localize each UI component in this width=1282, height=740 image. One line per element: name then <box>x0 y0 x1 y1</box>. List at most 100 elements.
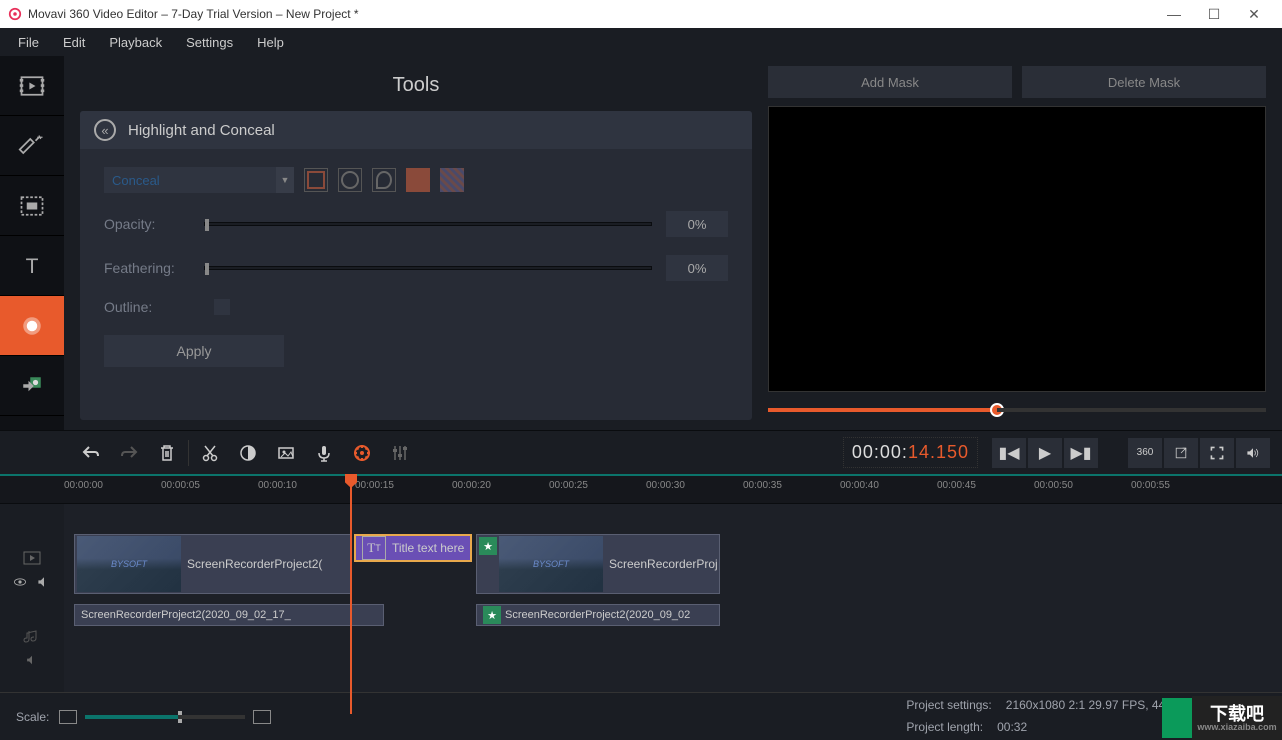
mode-value: Conceal <box>112 173 160 188</box>
menu-help[interactable]: Help <box>247 31 294 54</box>
timecode-value: 14.150 <box>908 442 969 463</box>
sidebar-transitions-button[interactable] <box>0 176 64 236</box>
preview-seek-slider[interactable] <box>768 400 1266 420</box>
timeline-ruler[interactable]: 00:00:00 00:00:05 00:00:10 00:00:15 00:00:20… <box>0 474 1282 504</box>
menu-settings[interactable]: Settings <box>176 31 243 54</box>
title-clip[interactable]: TT Title text here <box>354 534 472 562</box>
preview-video[interactable] <box>768 106 1266 392</box>
view-360-button[interactable]: 360 <box>1128 438 1162 468</box>
add-mask-button[interactable]: Add Mask <box>768 66 1012 98</box>
window-titlebar: Movavi 360 Video Editor – 7-Day Trial Ve… <box>0 0 1282 28</box>
volume-button[interactable] <box>1236 438 1270 468</box>
audio-clip-1[interactable]: ScreenRecorderProject2(2020_09_02_17_ <box>74 604 384 626</box>
left-sidebar: T <box>0 56 64 430</box>
ruler-tick: 00:00:25 <box>549 480 588 491</box>
ruler-tick: 00:00:00 <box>64 480 103 491</box>
prev-frame-button[interactable]: ▮◀ <box>992 438 1026 468</box>
cut-button[interactable] <box>195 438 225 468</box>
delete-button[interactable] <box>152 438 182 468</box>
feathering-value: 0% <box>666 255 728 281</box>
zoom-in-icon[interactable] <box>253 710 271 724</box>
star-badge-icon: ★ <box>479 537 497 555</box>
video-clip-1[interactable]: BYSOFT ScreenRecorderProject2( <box>74 534 352 594</box>
undo-button[interactable] <box>76 438 106 468</box>
fullscreen-button[interactable] <box>1200 438 1234 468</box>
shape-circle-button[interactable] <box>338 168 362 192</box>
star-badge-icon: ★ <box>483 606 501 624</box>
maximize-button[interactable]: ☐ <box>1194 0 1234 28</box>
menu-playback[interactable]: Playback <box>99 31 172 54</box>
section-title: Highlight and Conceal <box>128 122 275 139</box>
watermark-green <box>1162 698 1192 738</box>
shape-pixelate-button[interactable] <box>440 168 464 192</box>
tools-title: Tools <box>80 66 752 111</box>
app-icon <box>8 7 22 21</box>
feathering-label: Feathering: <box>104 260 204 276</box>
window-title: Movavi 360 Video Editor – 7-Day Trial Ve… <box>28 7 1154 21</box>
sidebar-titles-button[interactable]: T <box>0 236 64 296</box>
close-button[interactable]: ✕ <box>1234 0 1274 28</box>
ruler-tick: 00:00:40 <box>840 480 879 491</box>
ruler-tick: 00:00:10 <box>258 480 297 491</box>
clip-properties-button[interactable] <box>347 438 377 468</box>
audio-clip-2[interactable]: ★ ScreenRecorderProject2(2020_09_02 <box>476 604 720 626</box>
feathering-slider[interactable] <box>204 266 652 270</box>
shape-square-button[interactable] <box>304 168 328 192</box>
outline-checkbox[interactable] <box>214 299 230 315</box>
ruler-tick: 00:00:15 <box>355 480 394 491</box>
timecode-display: 00:00:14.150 <box>843 437 978 468</box>
sidebar-export-button[interactable] <box>0 356 64 416</box>
menu-file[interactable]: File <box>8 31 49 54</box>
music-track-icon <box>22 628 42 644</box>
speaker-icon[interactable] <box>36 574 52 590</box>
title-icon: TT <box>362 536 386 560</box>
shape-drop-button[interactable] <box>372 168 396 192</box>
menu-edit[interactable]: Edit <box>53 31 95 54</box>
audio-speaker-icon[interactable] <box>25 652 39 668</box>
ruler-tick: 00:00:35 <box>743 480 782 491</box>
back-button[interactable] <box>94 119 116 141</box>
title-label: Title text here <box>392 541 464 555</box>
record-audio-button[interactable] <box>309 438 339 468</box>
status-bar: Scale: Project settings: 2160x1080 2:1 2… <box>0 692 1282 740</box>
equalizer-button[interactable] <box>385 438 415 468</box>
playhead[interactable] <box>350 474 352 714</box>
scale-label: Scale: <box>16 710 49 724</box>
color-adjust-button[interactable] <box>233 438 263 468</box>
eye-icon[interactable] <box>12 574 28 590</box>
sidebar-highlight-button[interactable] <box>0 296 64 356</box>
ruler-tick: 00:00:55 <box>1131 480 1170 491</box>
length-value: 00:32 <box>997 717 1027 739</box>
menubar: File Edit Playback Settings Help <box>0 28 1282 56</box>
tools-section-header: Highlight and Conceal <box>80 111 752 149</box>
video-track-icon <box>22 550 42 566</box>
sidebar-filters-button[interactable] <box>0 116 64 176</box>
outline-label: Outline: <box>104 299 204 315</box>
length-label: Project length: <box>906 717 983 739</box>
zoom-out-icon[interactable] <box>59 710 77 724</box>
popout-button[interactable] <box>1164 438 1198 468</box>
crop-button[interactable] <box>271 438 301 468</box>
audio-label: ScreenRecorderProject2(2020_09_02_17_ <box>81 609 291 621</box>
ruler-tick: 00:00:50 <box>1034 480 1073 491</box>
opacity-label: Opacity: <box>104 216 204 232</box>
opacity-slider[interactable] <box>204 222 652 226</box>
sidebar-media-button[interactable] <box>0 56 64 116</box>
opacity-value: 0% <box>666 211 728 237</box>
audio-label: ScreenRecorderProject2(2020_09_02 <box>505 609 690 621</box>
scale-slider[interactable] <box>85 715 245 719</box>
timecode-prefix: 00:00: <box>852 442 908 463</box>
timeline-tracks[interactable]: BYSOFT ScreenRecorderProject2( TT Title … <box>64 504 1282 714</box>
ruler-tick: 00:00:20 <box>452 480 491 491</box>
minimize-button[interactable]: — <box>1154 0 1194 28</box>
next-frame-button[interactable]: ▶▮ <box>1064 438 1098 468</box>
video-clip-2[interactable]: ★ BYSOFT ScreenRecorderProj <box>476 534 720 594</box>
delete-mask-button[interactable]: Delete Mask <box>1022 66 1266 98</box>
play-button[interactable]: ▶ <box>1028 438 1062 468</box>
redo-button[interactable] <box>114 438 144 468</box>
mode-dropdown[interactable]: Conceal ▼ <box>104 167 294 193</box>
clip-label: ScreenRecorderProj <box>609 557 718 571</box>
shape-fill-button[interactable] <box>406 168 430 192</box>
ruler-tick: 00:00:05 <box>161 480 200 491</box>
apply-button[interactable]: Apply <box>104 335 284 367</box>
